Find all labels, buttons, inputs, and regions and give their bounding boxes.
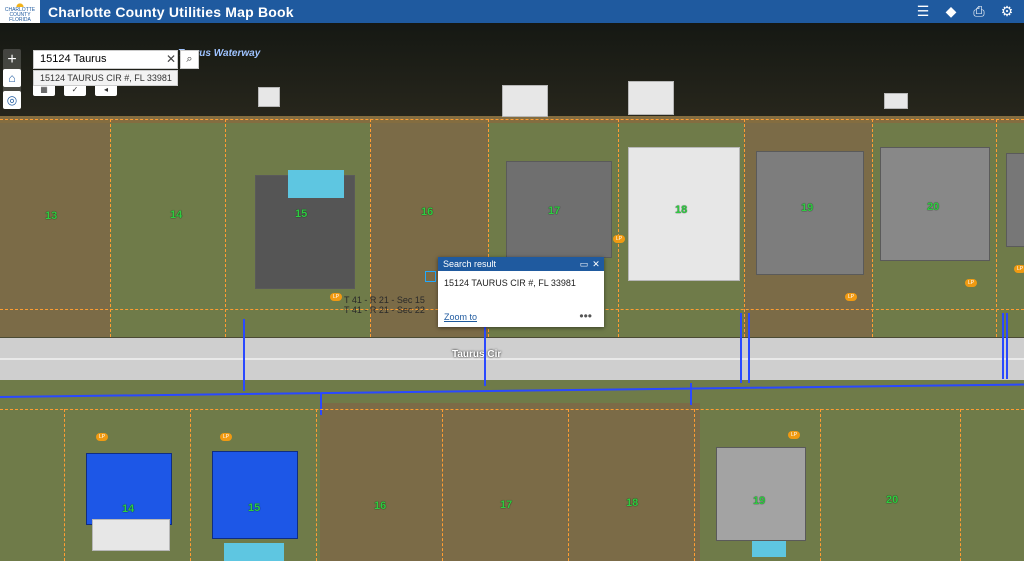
parcel-number: 14 <box>122 503 135 515</box>
lp-marker[interactable]: LP <box>330 293 342 301</box>
close-icon[interactable]: ✕ <box>590 257 602 271</box>
parcel-boundary <box>744 119 745 337</box>
home-icon: ⌂ <box>8 71 16 85</box>
parcel-boundary <box>225 119 226 337</box>
popup-header: Search result ▭ ✕ <box>438 257 604 271</box>
pool-15 <box>288 170 344 198</box>
parcel-number: 19 <box>753 495 766 507</box>
parcel-boundary <box>568 409 569 561</box>
print-icon[interactable]: ⎙ <box>970 3 988 20</box>
more-options-button[interactable]: ••• <box>579 309 592 323</box>
lp-marker[interactable]: LP <box>788 431 800 439</box>
dock <box>502 85 548 117</box>
check-icon: ✓ <box>71 85 79 94</box>
app-header: CHARLOTTE COUNTY FLORIDA Charlotte Count… <box>0 0 1024 23</box>
lp-marker[interactable]: LP <box>220 433 232 441</box>
dock <box>258 87 280 107</box>
service-line <box>1002 313 1004 379</box>
parcel-number: 18 <box>675 204 688 216</box>
pool-south-15 <box>224 543 284 561</box>
lp-marker[interactable]: LP <box>1014 265 1024 273</box>
parcel-number: 15 <box>248 502 261 514</box>
map-view[interactable]: Taurus Waterway Taurus Cir LP LP LP LP L… <box>0 23 1024 561</box>
parcel-boundary <box>0 119 1024 120</box>
arrow-icon: ◂ <box>103 85 108 94</box>
lp-marker[interactable]: LP <box>965 279 977 287</box>
parcel-number: 16 <box>421 206 434 218</box>
parcel-number: 17 <box>548 205 561 217</box>
service-line <box>1006 313 1008 379</box>
dock <box>628 81 674 115</box>
home-button[interactable]: ⌂ <box>3 69 21 87</box>
county-logo: CHARLOTTE COUNTY FLORIDA <box>0 0 40 23</box>
parcel-number: 15 <box>295 208 308 220</box>
house-south-15 <box>212 451 298 539</box>
house-south-19 <box>716 447 806 541</box>
service-line <box>320 393 322 415</box>
parcel-boundary <box>618 119 619 337</box>
road-label: Taurus Cir <box>452 349 502 360</box>
parcel-number: 18 <box>626 497 639 509</box>
search-suggestion[interactable]: 15124 TAURUS CIR #, FL 33981 <box>33 70 178 86</box>
layers-icon[interactable]: ◆ <box>942 3 960 20</box>
parcel-boundary <box>0 409 1024 410</box>
service-line <box>690 383 692 405</box>
header-toolbar: ☰ ◆ ⎙ ⚙ <box>914 3 1016 20</box>
section-label: T 41 - R 21 - Sec 15 <box>344 295 425 305</box>
dock <box>884 93 908 109</box>
selected-location-marker[interactable] <box>425 271 436 282</box>
list-icon[interactable]: ☰ <box>914 3 932 20</box>
parcel-boundary <box>64 409 65 561</box>
lp-marker[interactable]: LP <box>845 293 857 301</box>
lot-north-13 <box>0 123 110 337</box>
section-label: T 41 - R 21 - Sec 22 <box>344 305 425 315</box>
lp-marker[interactable]: LP <box>613 235 625 243</box>
pool-south-19 <box>752 541 786 557</box>
lot-south-dirt <box>320 403 700 561</box>
grid-icon: ▦ <box>40 85 48 94</box>
parcel-number: 19 <box>801 202 814 214</box>
lp-marker[interactable]: LP <box>96 433 108 441</box>
parcel-boundary <box>996 119 997 337</box>
parcel-boundary <box>820 409 821 561</box>
service-line <box>243 319 245 391</box>
parcel-number: 14 <box>170 209 183 221</box>
parcel-number: 13 <box>45 210 58 222</box>
clear-search-button[interactable]: ✕ <box>164 51 178 68</box>
close-icon: ✕ <box>165 52 177 66</box>
parcel-boundary <box>694 409 695 561</box>
house-south-14-porch <box>92 519 170 551</box>
maximize-icon[interactable]: ▭ <box>578 257 590 271</box>
house-21 <box>1006 153 1024 247</box>
service-line <box>748 313 750 383</box>
search-button[interactable]: ⌕ <box>180 50 199 69</box>
parcel-boundary <box>960 409 961 561</box>
road <box>0 338 1024 380</box>
share-icon[interactable]: ⚙ <box>998 3 1016 20</box>
popup-title: Search result <box>443 259 497 269</box>
locate-button[interactable]: ◎ <box>3 91 21 109</box>
zoom-to-link[interactable]: Zoom to <box>444 312 477 322</box>
search-icon: ⌕ <box>186 53 193 65</box>
parcel-boundary <box>316 409 317 561</box>
parcel-number: 20 <box>886 494 899 506</box>
search-result-popup: Search result ▭ ✕ 15124 TAURUS CIR #, FL… <box>438 257 604 327</box>
popup-address: 15124 TAURUS CIR #, FL 33981 <box>444 278 576 288</box>
parcel-boundary <box>190 409 191 561</box>
service-line <box>484 323 486 386</box>
lot-north-14 <box>110 123 225 337</box>
parcel-boundary <box>442 409 443 561</box>
parcel-number: 16 <box>374 500 387 512</box>
service-line <box>740 313 742 383</box>
parcel-boundary <box>110 119 111 337</box>
parcel-boundary <box>872 119 873 337</box>
search-input[interactable]: 15124 Taurus <box>33 50 178 69</box>
parcel-number: 20 <box>927 201 940 213</box>
parcel-number: 17 <box>500 499 513 511</box>
zoom-in-button[interactable]: + <box>3 49 21 71</box>
app-title: Charlotte County Utilities Map Book <box>48 3 294 20</box>
locate-icon: ◎ <box>6 93 18 107</box>
